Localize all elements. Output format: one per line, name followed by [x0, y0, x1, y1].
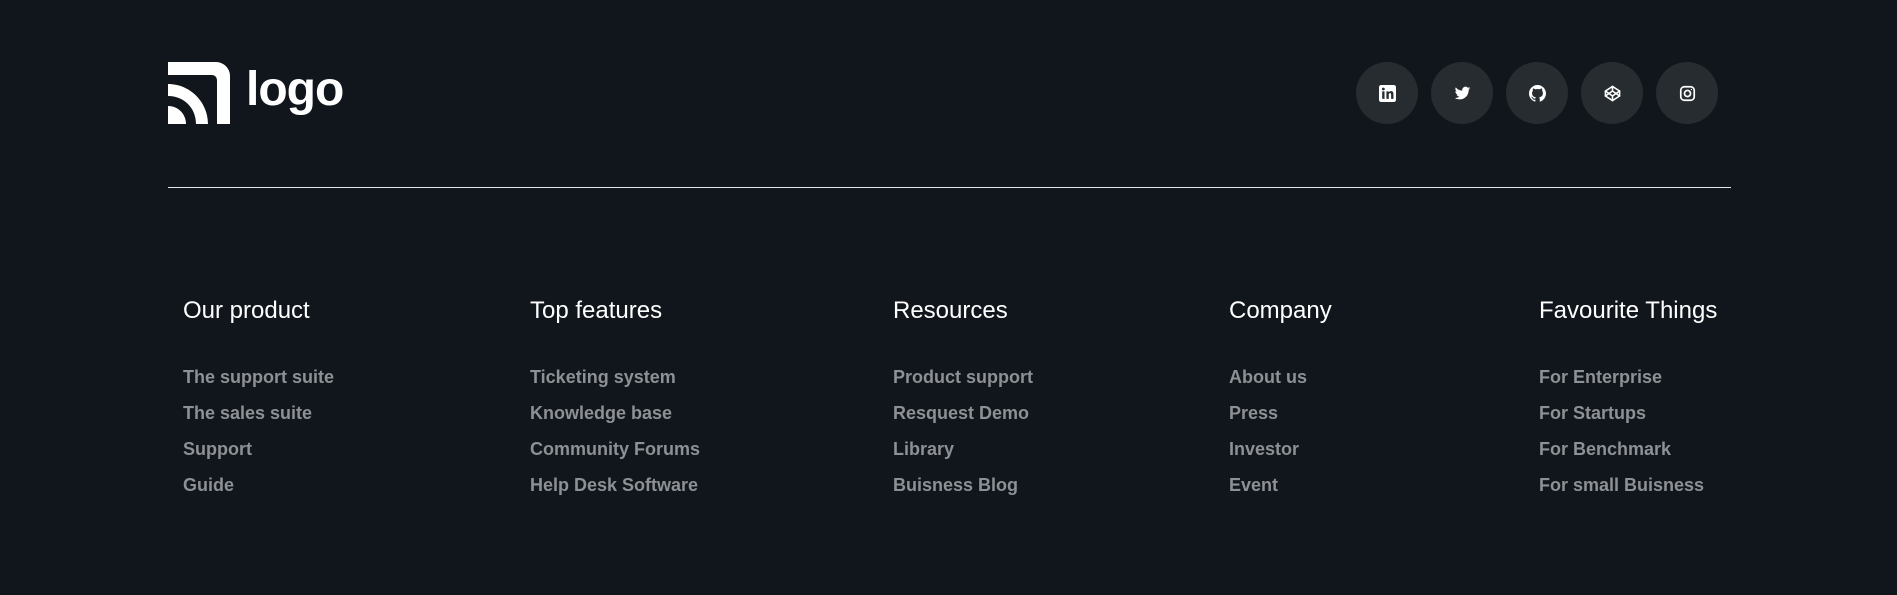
footer-column-resources: Resources Product support Resquest Demo … [893, 296, 1033, 503]
footer-link[interactable]: About us [1229, 359, 1332, 395]
instagram-icon [1679, 85, 1695, 101]
footer-column-our-product: Our product The support suite The sales … [183, 296, 334, 503]
footer-link[interactable]: Community Forums [530, 431, 700, 467]
column-title: Company [1229, 297, 1332, 324]
footer-link[interactable]: Knowledge base [530, 395, 700, 431]
footer-column-top-features: Top features Ticketing system Knowledge … [530, 296, 700, 503]
footer-link[interactable]: For small Buisness [1539, 467, 1717, 503]
footer-link[interactable]: Resquest Demo [893, 395, 1033, 431]
footer-link[interactable]: Investor [1229, 431, 1332, 467]
logo-text: logo [246, 63, 344, 116]
linkedin-button[interactable] [1356, 62, 1418, 124]
link-list: For Enterprise For Startups For Benchmar… [1539, 359, 1717, 503]
social-links [1356, 62, 1718, 124]
footer-link[interactable]: Ticketing system [530, 359, 700, 395]
instagram-button[interactable] [1656, 62, 1718, 124]
footer-link[interactable]: Press [1229, 395, 1332, 431]
footer-link[interactable]: Support [183, 431, 334, 467]
footer-link[interactable]: Library [893, 431, 1033, 467]
footer-link[interactable]: Guide [183, 467, 334, 503]
codepen-button[interactable] [1581, 62, 1643, 124]
link-list: Product support Resquest Demo Library Bu… [893, 359, 1033, 503]
footer-link[interactable]: For Startups [1539, 395, 1717, 431]
footer-link[interactable]: For Enterprise [1539, 359, 1717, 395]
column-title: Our product [183, 297, 310, 324]
footer-link[interactable]: Help Desk Software [530, 467, 700, 503]
footer-link[interactable]: Buisness Blog [893, 467, 1033, 503]
link-list: About us Press Investor Event [1229, 359, 1332, 503]
column-title: Top features [530, 297, 663, 324]
footer-link[interactable]: The sales suite [183, 395, 334, 431]
column-title: Favourite Things [1539, 297, 1718, 324]
footer-column-favourite-things: Favourite Things For Enterprise For Star… [1539, 296, 1717, 503]
twitter-icon [1454, 86, 1470, 99]
github-button[interactable] [1506, 62, 1568, 124]
column-title: Resources [893, 297, 1008, 324]
codepen-icon [1604, 85, 1620, 101]
footer-top-bar: logo [168, 62, 1718, 124]
link-list: Ticketing system Knowledge base Communit… [530, 359, 700, 503]
twitter-button[interactable] [1431, 62, 1493, 124]
footer-link[interactable]: For Benchmark [1539, 431, 1717, 467]
footer-link[interactable]: The support suite [183, 359, 334, 395]
github-icon [1528, 84, 1546, 102]
footer-column-company: Company About us Press Investor Event [1229, 296, 1332, 503]
linkedin-icon [1378, 84, 1396, 102]
brand-logo[interactable]: logo [168, 62, 344, 124]
footer-divider [168, 187, 1731, 188]
footer-link[interactable]: Event [1229, 467, 1332, 503]
logo-mark-icon [168, 62, 230, 124]
footer-link[interactable]: Product support [893, 359, 1033, 395]
link-list: The support suite The sales suite Suppor… [183, 359, 334, 503]
